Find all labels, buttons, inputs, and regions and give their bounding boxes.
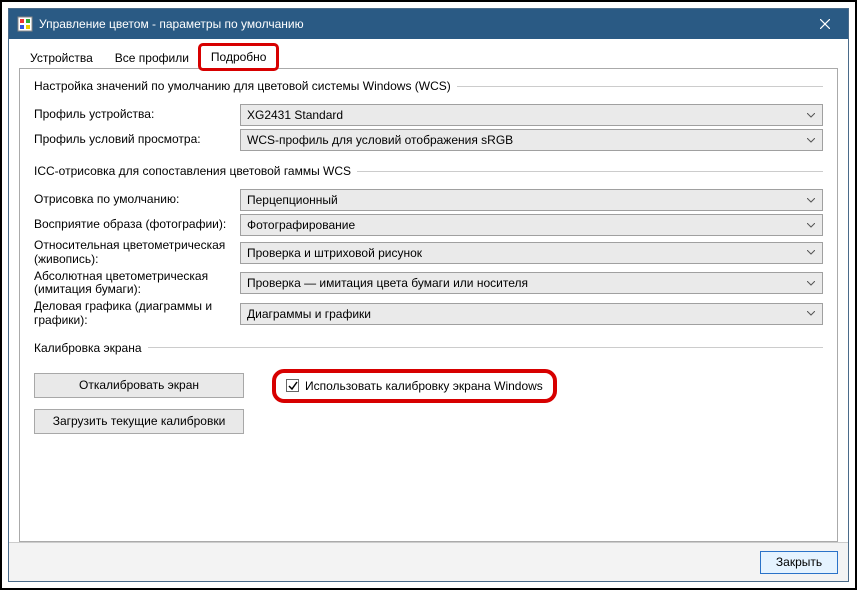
tab-page-advanced: Настройка значений по умолчанию для цвет…: [19, 68, 838, 542]
absolute-render-value: Проверка — имитация цвета бумаги или нос…: [247, 276, 806, 290]
chevron-down-icon: [806, 198, 816, 203]
device-profile-combo[interactable]: XG2431 Standard: [240, 104, 823, 126]
group-wcs-defaults: Настройка значений по умолчанию для цвет…: [34, 79, 823, 156]
chevron-down-icon: [806, 311, 816, 316]
footer: Закрыть: [9, 542, 848, 581]
divider: [357, 171, 823, 172]
default-render-label: Отрисовка по умолчанию:: [34, 193, 240, 207]
chevron-down-icon: [806, 223, 816, 228]
tab-devices[interactable]: Устройства: [19, 46, 104, 69]
group-calib-title: Калибровка экрана: [34, 341, 148, 355]
chevron-down-icon: [806, 113, 816, 118]
window-title: Управление цветом - параметры по умолчан…: [39, 17, 802, 31]
relative-render-value: Проверка и штриховой рисунок: [247, 246, 806, 260]
close-dialog-button[interactable]: Закрыть: [760, 551, 838, 574]
group-wcs-title: Настройка значений по умолчанию для цвет…: [34, 79, 457, 93]
default-render-combo[interactable]: Перцепционный: [240, 189, 823, 211]
use-windows-calib-label: Использовать калибровку экрана Windows: [305, 379, 543, 393]
tab-strip: Устройства Все профили Подробно: [19, 43, 838, 68]
checkbox-icon: [286, 379, 299, 392]
app-icon: [17, 16, 33, 32]
default-render-value: Перцепционный: [247, 193, 806, 207]
device-profile-value: XG2431 Standard: [247, 108, 806, 122]
photo-render-label: Восприятие образа (фотографии):: [34, 218, 240, 232]
photo-render-value: Фотографирование: [247, 218, 806, 232]
relative-render-label: Относительная цветометрическая (живопись…: [34, 239, 240, 267]
tab-advanced[interactable]: Подробно: [200, 45, 278, 69]
absolute-render-label: Абсолютная цветометрическая (имитация бу…: [34, 270, 240, 298]
titlebar: Управление цветом - параметры по умолчан…: [9, 9, 848, 39]
close-button[interactable]: [802, 9, 848, 39]
use-windows-calib-checkbox[interactable]: Использовать калибровку экрана Windows: [272, 369, 557, 403]
group-calibration: Калибровка экрана Откалибровать экран Ис…: [34, 341, 823, 442]
group-icc-title: ICC-отрисовка для сопоставления цветовой…: [34, 164, 357, 178]
viewing-profile-combo[interactable]: WCS-профиль для условий отображения sRGB: [240, 129, 823, 151]
device-profile-label: Профиль устройства:: [34, 108, 240, 122]
absolute-render-combo[interactable]: Проверка — имитация цвета бумаги или нос…: [240, 272, 823, 294]
divider: [457, 86, 823, 87]
chevron-down-icon: [806, 281, 816, 286]
business-render-value: Диаграммы и графики: [247, 307, 806, 321]
group-icc-rendering: ICC-отрисовка для сопоставления цветовой…: [34, 164, 823, 333]
load-calibrations-button[interactable]: Загрузить текущие калибровки: [34, 409, 244, 434]
business-render-combo[interactable]: Диаграммы и графики: [240, 303, 823, 325]
relative-render-combo[interactable]: Проверка и штриховой рисунок: [240, 242, 823, 264]
divider: [148, 347, 823, 348]
calibrate-button[interactable]: Откалибровать экран: [34, 373, 244, 398]
viewing-profile-label: Профиль условий просмотра:: [34, 133, 240, 147]
business-render-label: Деловая графика (диаграммы и графики):: [34, 300, 240, 328]
chevron-down-icon: [806, 138, 816, 143]
photo-render-combo[interactable]: Фотографирование: [240, 214, 823, 236]
viewing-profile-value: WCS-профиль для условий отображения sRGB: [247, 133, 806, 147]
chevron-down-icon: [806, 250, 816, 255]
tab-all-profiles[interactable]: Все профили: [104, 46, 200, 69]
